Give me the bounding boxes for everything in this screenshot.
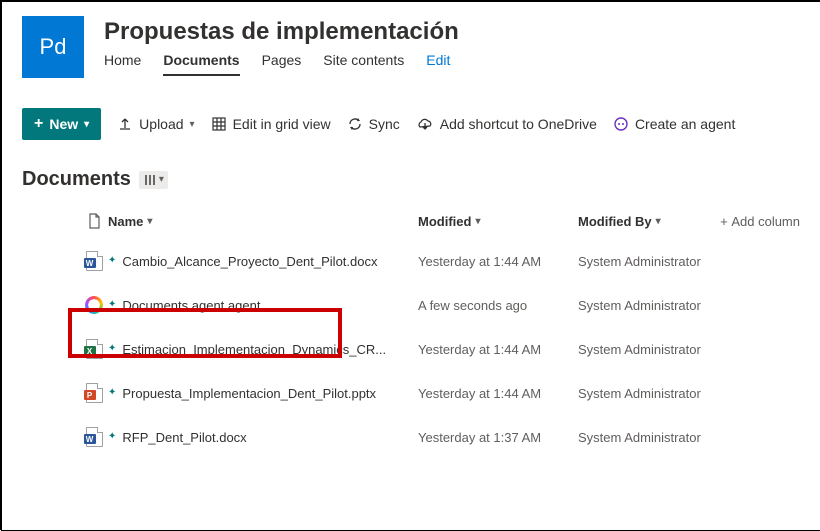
file-modified-by: System Administrator — [578, 342, 708, 357]
create-agent-button[interactable]: Create an agent — [613, 116, 735, 132]
plus-icon: + — [34, 116, 43, 132]
file-type-icon: W — [80, 251, 108, 271]
library-title: Documents — [22, 168, 131, 191]
file-modified: Yesterday at 1:44 AM — [418, 254, 578, 269]
file-name-text: Propuesta_Implementacion_Dent_Pilot.pptx — [122, 386, 376, 401]
file-modified: A few seconds ago — [418, 298, 578, 313]
file-name[interactable]: ✦ RFP_Dent_Pilot.docx — [108, 430, 418, 445]
upload-label: Upload — [139, 116, 183, 132]
file-name-text: RFP_Dent_Pilot.docx — [122, 430, 246, 445]
file-type-icon: W — [80, 427, 108, 447]
file-modified: Yesterday at 1:37 AM — [418, 430, 578, 445]
create-agent-label: Create an agent — [635, 116, 735, 132]
chevron-down-icon: ▾ — [147, 216, 152, 227]
nav-site-contents[interactable]: Site contents — [323, 52, 404, 76]
column-doc-type[interactable] — [80, 213, 108, 229]
file-name-text: Cambio_Alcance_Proyecto_Dent_Pilot.docx — [122, 254, 377, 269]
word-file-icon: W — [86, 251, 103, 271]
new-indicator-icon: ✦ — [108, 300, 116, 310]
sync-button[interactable]: Sync — [347, 116, 400, 132]
grid-icon — [211, 116, 227, 132]
chevron-down-icon: ▾ — [475, 216, 480, 227]
file-modified-by: System Administrator — [578, 430, 708, 445]
sync-label: Sync — [369, 116, 400, 132]
upload-icon — [117, 116, 133, 132]
file-modified: Yesterday at 1:44 AM — [418, 386, 578, 401]
sync-icon — [347, 116, 363, 132]
column-modified-by[interactable]: Modified By ▾ — [578, 214, 708, 229]
new-indicator-icon: ✦ — [108, 344, 116, 354]
file-type-icon: P — [80, 383, 108, 403]
command-bar: + New ▾ Upload ▾ Edit in grid view Sync … — [2, 96, 820, 154]
file-name[interactable]: ✦ Documents agent.agent — [108, 298, 418, 313]
table-row[interactable]: ✦ Documents agent.agent A few seconds agoS… — [22, 283, 800, 327]
view-selector[interactable]: ▾ — [139, 171, 168, 189]
column-name[interactable]: Name ▾ — [108, 214, 418, 229]
file-modified: Yesterday at 1:44 AM — [418, 342, 578, 357]
table-row[interactable]: W ✦ Cambio_Alcance_Proyecto_Dent_Pilot.doc… — [22, 239, 800, 283]
column-headers: Name ▾ Modified ▾ Modified By ▾ + Add co… — [2, 195, 820, 239]
file-icon — [87, 213, 101, 229]
onedrive-shortcut-icon — [416, 116, 434, 132]
nav-pages[interactable]: Pages — [262, 52, 302, 76]
file-name-text: Estimacion_Implementacion_Dynamics_CR... — [122, 342, 386, 357]
add-onedrive-label: Add shortcut to OneDrive — [440, 116, 597, 132]
new-indicator-icon: ✦ — [108, 388, 116, 398]
site-title: Propuestas de implementación — [104, 18, 459, 46]
add-onedrive-button[interactable]: Add shortcut to OneDrive — [416, 116, 597, 132]
table-row[interactable]: P ✦ Propuesta_Implementacion_Dent_Pilot.pp… — [22, 371, 800, 415]
column-name-label: Name — [108, 214, 143, 229]
nav-documents[interactable]: Documents — [163, 52, 239, 76]
ppt-file-icon: P — [86, 383, 103, 403]
columns-icon — [143, 173, 157, 187]
file-name[interactable]: ✦ Propuesta_Implementacion_Dent_Pilot.ppt… — [108, 386, 418, 401]
file-type-icon — [80, 296, 108, 314]
edit-grid-label: Edit in grid view — [233, 116, 331, 132]
column-modified-label: Modified — [418, 214, 471, 229]
file-modified-by: System Administrator — [578, 386, 708, 401]
file-name-text: Documents agent.agent — [122, 298, 260, 313]
column-modified[interactable]: Modified ▾ — [418, 214, 578, 229]
excel-file-icon: X — [86, 339, 103, 359]
chevron-down-icon: ▾ — [84, 119, 89, 130]
nav-home[interactable]: Home — [104, 52, 141, 76]
column-modified-by-label: Modified By — [578, 214, 652, 229]
copilot-agent-icon — [85, 296, 103, 314]
upload-button[interactable]: Upload ▾ — [117, 116, 194, 132]
table-row[interactable]: W ✦ RFP_Dent_Pilot.docx Yesterday at 1:37 A… — [22, 415, 800, 459]
new-button-label: New — [49, 116, 78, 132]
file-name[interactable]: ✦ Cambio_Alcance_Proyecto_Dent_Pilot.docx — [108, 254, 418, 269]
new-indicator-icon: ✦ — [108, 432, 116, 442]
chevron-down-icon: ▾ — [656, 216, 661, 227]
file-name[interactable]: ✦ Estimacion_Implementacion_Dynamics_CR..… — [108, 342, 418, 357]
new-button[interactable]: + New ▾ — [22, 108, 101, 140]
add-column-label: Add column — [731, 214, 800, 229]
chevron-down-icon: ▾ — [159, 174, 164, 185]
add-column-button[interactable]: + Add column — [708, 214, 800, 229]
site-logo[interactable]: Pd — [22, 16, 84, 78]
new-indicator-icon: ✦ — [108, 256, 116, 266]
edit-grid-button[interactable]: Edit in grid view — [211, 116, 331, 132]
table-row[interactable]: X ✦ Estimacion_Implementacion_Dynamics_CR.… — [22, 327, 800, 371]
word-file-icon: W — [86, 427, 103, 447]
file-modified-by: System Administrator — [578, 254, 708, 269]
file-type-icon: X — [80, 339, 108, 359]
file-modified-by: System Administrator — [578, 298, 708, 313]
agent-icon — [613, 116, 629, 132]
nav-edit[interactable]: Edit — [426, 52, 450, 76]
chevron-down-icon: ▾ — [190, 119, 195, 130]
